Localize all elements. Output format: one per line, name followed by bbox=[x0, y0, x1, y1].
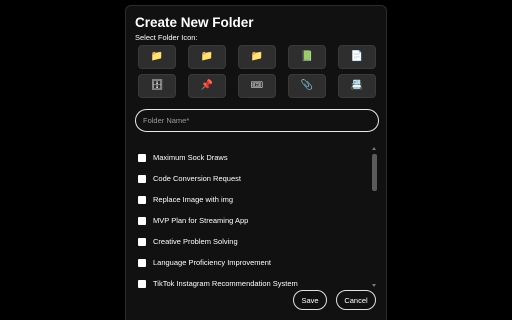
list-item[interactable]: TikTok Instagram Recommendation System bbox=[138, 273, 368, 294]
folder-icon-grid: 📁 📁 📁 📗 📄 🗄 📌 🎟 📎 📇 bbox=[138, 45, 378, 98]
list-item[interactable]: Language Proficiency Improvement bbox=[138, 252, 368, 273]
icon-option-button[interactable]: 🎟 bbox=[238, 74, 276, 98]
list-item-label: Maximum Sock Draws bbox=[153, 153, 228, 162]
icon-option-button[interactable]: 📁 bbox=[188, 45, 226, 69]
icon-option-button[interactable]: 📄 bbox=[338, 45, 376, 69]
folder-name-input[interactable] bbox=[135, 109, 379, 132]
icon-option-button[interactable]: 📇 bbox=[338, 74, 376, 98]
file-cabinet-icon: 🗄 bbox=[150, 80, 164, 91]
save-button[interactable]: Save bbox=[293, 290, 327, 310]
document-icon: 📄 bbox=[350, 51, 364, 62]
icon-option-button[interactable]: 📗 bbox=[288, 45, 326, 69]
item-checkbox[interactable] bbox=[138, 279, 146, 288]
item-checkbox[interactable] bbox=[138, 195, 146, 204]
pushpin-icon: 📌 bbox=[200, 80, 214, 91]
scroll-thumb[interactable] bbox=[372, 154, 377, 191]
scroll-down-arrow-icon[interactable] bbox=[372, 284, 376, 287]
list-item[interactable]: Creative Problem Solving bbox=[138, 231, 368, 252]
item-checkbox[interactable] bbox=[138, 153, 146, 162]
dialog-title: Create New Folder bbox=[135, 15, 254, 30]
red-ticket-icon: 🎟 bbox=[250, 80, 264, 91]
folder-yellow-icon-2: 📁 bbox=[200, 51, 214, 62]
icon-option-button[interactable]: 📌 bbox=[188, 74, 226, 98]
icon-option-button[interactable]: 📁 bbox=[238, 45, 276, 69]
item-checkbox[interactable] bbox=[138, 258, 146, 267]
list-scrollbar[interactable] bbox=[371, 147, 379, 287]
paperclip-icon: 📎 bbox=[300, 80, 314, 91]
icon-option-button[interactable]: 📁 bbox=[138, 45, 176, 69]
list-item-label: Language Proficiency Improvement bbox=[153, 258, 271, 267]
cancel-button[interactable]: Cancel bbox=[336, 290, 376, 310]
list-item-label: MVP Plan for Streaming App bbox=[153, 216, 249, 225]
card-index-icon: 📇 bbox=[350, 80, 364, 91]
folder-yellow-icon: 📁 bbox=[150, 51, 164, 62]
item-checkbox[interactable] bbox=[138, 237, 146, 246]
icon-option-button[interactable]: 📎 bbox=[288, 74, 326, 98]
item-checkbox[interactable] bbox=[138, 216, 146, 225]
green-book-icon: 📗 bbox=[300, 51, 314, 62]
icon-option-button[interactable]: 🗄 bbox=[138, 74, 176, 98]
list-item[interactable]: Replace Image with img bbox=[138, 189, 368, 210]
list-item-label: TikTok Instagram Recommendation System bbox=[153, 279, 298, 288]
icon-section-label: Select Folder Icon: bbox=[135, 33, 198, 42]
list-item[interactable]: Code Conversion Request bbox=[138, 168, 368, 189]
scroll-up-arrow-icon[interactable] bbox=[372, 147, 376, 150]
conversation-list: Maximum Sock Draws Code Conversion Reques… bbox=[138, 147, 368, 294]
create-folder-dialog: Create New Folder Select Folder Icon: 📁 📁… bbox=[125, 5, 387, 320]
list-item[interactable]: Maximum Sock Draws bbox=[138, 147, 368, 168]
folder-yellow-icon-3: 📁 bbox=[250, 51, 264, 62]
list-item[interactable]: MVP Plan for Streaming App bbox=[138, 210, 368, 231]
list-item-label: Code Conversion Request bbox=[153, 174, 241, 183]
list-item-label: Replace Image with img bbox=[153, 195, 234, 204]
item-checkbox[interactable] bbox=[138, 174, 146, 183]
list-item-label: Creative Problem Solving bbox=[153, 237, 238, 246]
